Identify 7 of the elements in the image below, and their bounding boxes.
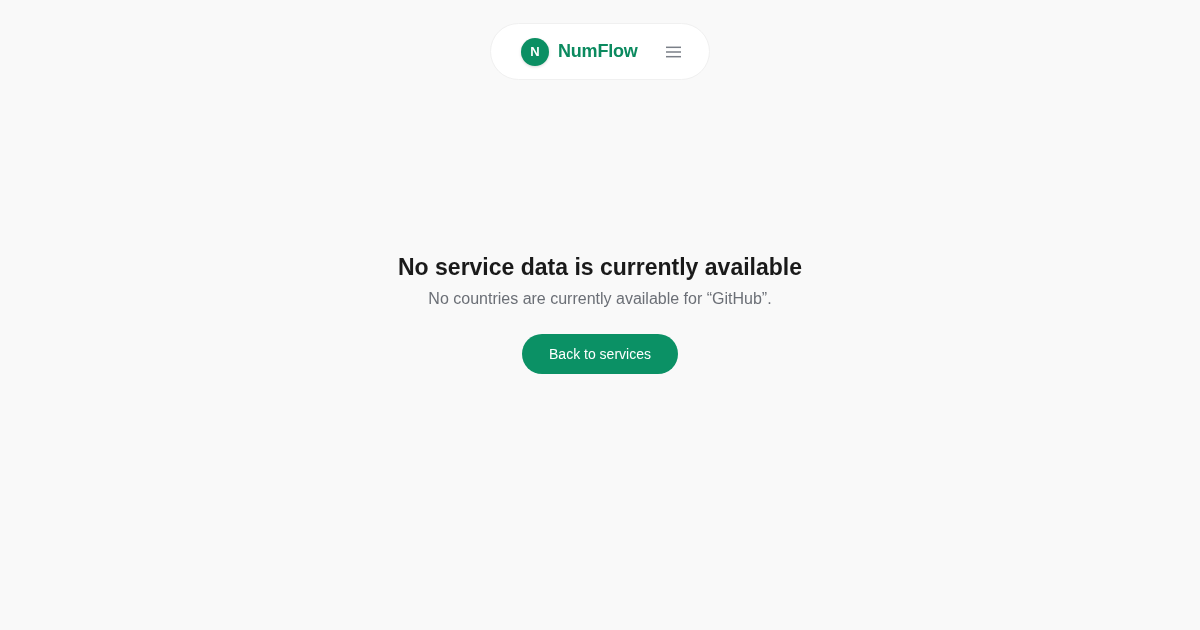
- empty-state-message: No countries are currently available for “GitHub”.: [428, 289, 772, 309]
- back-button[interactable]: Back to services: [522, 334, 678, 374]
- brand-name: NumFlow: [558, 41, 638, 62]
- empty-state-title: No service data is currently available: [398, 253, 802, 281]
- logo-badge: N: [521, 37, 549, 66]
- menu-icon: [666, 45, 681, 58]
- home-link[interactable]: N NumFlow: [521, 37, 638, 66]
